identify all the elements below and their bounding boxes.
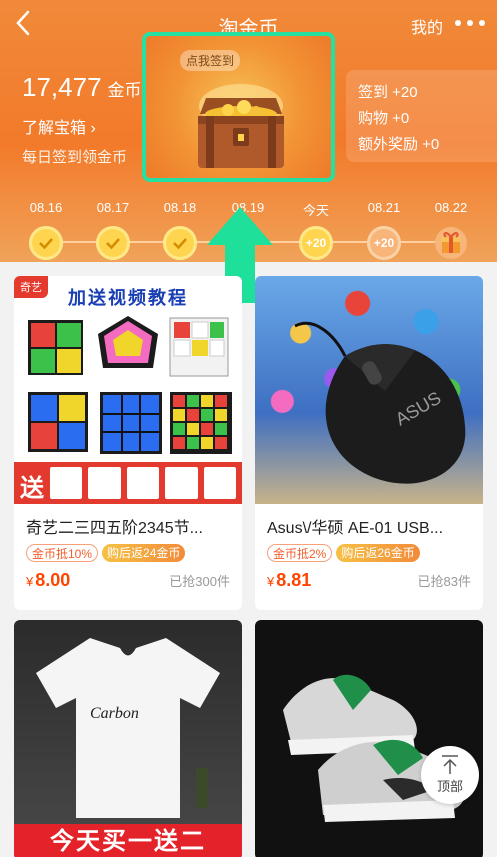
coin-unit: 金币 [107,81,142,100]
learn-chest-label: 了解宝箱 [22,120,87,137]
day-0817: 08.17 [83,200,143,260]
price-row: ¥8.81 已抢83件 [255,564,483,602]
sneakers-illustration [283,674,468,822]
day-0816: 08.16 [16,200,76,260]
price-value: 8.81 [276,570,312,590]
product-image-rubiks: 奇艺 加送视频教程 送 [14,276,242,504]
day-label: 08.18 [163,200,197,215]
product-title: Asus\/华硕 AE-01 USB... [267,520,444,537]
mine-link[interactable]: 我的 [411,14,443,38]
product-card[interactable] [255,620,483,857]
coin-amount: 17,477 [22,72,102,102]
product-image-sneakers [255,620,483,857]
chevron-right-icon: › [90,120,96,137]
day-0818: 08.18 [150,200,210,260]
image-banner: 加送视频教程 [68,288,188,308]
product-card[interactable]: ASUS Asus\/华硕 AE-01 USB... 金币抵2% 购后返26金币… [255,276,483,610]
reward-shopping: 购物 +0 [358,110,410,127]
tshirt-illustration: Carbon [36,638,220,818]
product-card[interactable]: 奇艺 加送视频教程 送 奇艺二三四五阶2345节... 金币抵10% 购后返24… [14,276,242,610]
gift-strip: 送 [14,462,242,504]
coin-deduct-tag: 金币抵10% [26,544,99,562]
sold-count: 已抢300件 [169,574,230,589]
check-icon [163,226,197,260]
daily-signin-hint: 每日签到领金币 [22,149,128,166]
back-to-top-button[interactable]: 顶部 [421,746,479,804]
promo-banner: 今天买一送二 [14,824,242,857]
reward-extra: 额外奖励 +0 [358,136,440,153]
product-title: 奇艺二三四五阶2345节... [26,520,203,537]
day-label: 08.21 [367,200,401,215]
day-label: 08.22 [434,200,468,215]
product-price: ¥8.00 [26,570,70,591]
check-icon [96,226,130,260]
gift-strip-label: 送 [20,475,44,502]
product-tags: 金币抵10% 购后返24金币 [14,538,242,564]
coin-reward-icon: +20 [367,226,401,260]
day-today[interactable]: 今天 +20 [286,200,346,260]
more-icon[interactable] [455,12,485,34]
back-to-top-label: 顶部 [436,779,463,794]
treasure-chest-icon [198,84,284,168]
rewards-panel: 签到 +20 购物 +0 额外奖励 +0 [346,70,497,162]
day-0822: 08.22 [421,200,481,260]
product-image-mouse: ASUS [255,276,483,504]
shirt-print: Carbon [90,705,139,722]
mouse-illustration: ASUS [294,321,466,484]
arrow-up-icon [442,755,458,774]
product-price: ¥8.81 [267,570,311,591]
learn-chest-link[interactable]: 了解宝箱 › [22,114,96,138]
currency-symbol: ¥ [26,574,34,589]
gift-icon [434,226,468,260]
check-icon [29,226,63,260]
product-image-tshirt: Carbon 今天买一送二 [14,620,242,857]
product-card[interactable]: Carbon 今天买一送二 [14,620,242,857]
day-label: 今天 [302,203,329,218]
sign-in-badge: 点我签到 [180,50,241,71]
day-0821: 08.21 +20 [354,200,414,260]
reward-signin: 签到 +20 [358,84,418,101]
day-label: 08.16 [29,200,63,215]
cubes-illustration [28,316,232,454]
price-row: ¥8.00 已抢300件 [14,564,242,602]
coin-balance: 17,477 金币 [22,72,142,103]
coin-reward-icon: +20 [299,226,333,260]
treasure-chest-button[interactable]: 点我签到 [142,32,335,182]
day-label: 08.17 [96,200,130,215]
currency-symbol: ¥ [267,574,275,589]
coin-deduct-tag: 金币抵2% [267,544,333,562]
product-tags: 金币抵2% 购后返26金币 [255,538,483,564]
cashback-tag: 购后返24金币 [102,544,186,562]
price-value: 8.00 [35,570,71,590]
cashback-tag: 购后返26金币 [336,544,420,562]
sold-count: 已抢83件 [417,574,471,589]
